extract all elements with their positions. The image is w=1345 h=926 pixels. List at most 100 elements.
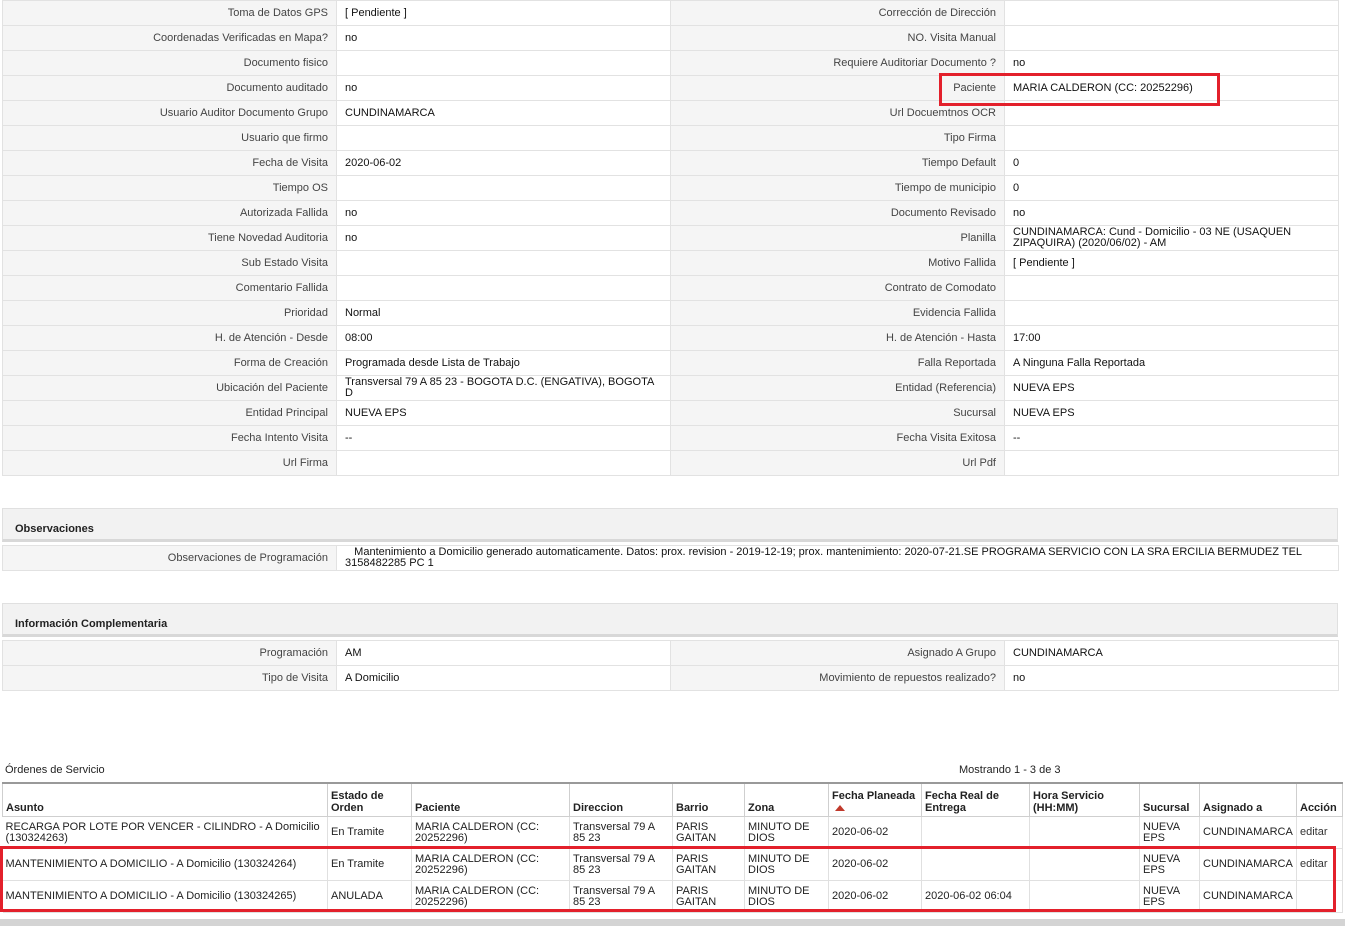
column-header[interactable]: Asunto bbox=[2, 782, 328, 817]
field-label: Motivo Fallida bbox=[670, 250, 1005, 276]
observaciones-row: Observaciones de Programación Mantenimie… bbox=[2, 545, 1339, 571]
field-label: Coordenadas Verificadas en Mapa? bbox=[2, 25, 337, 51]
field-label: Url Docuemtnos OCR bbox=[670, 100, 1005, 126]
cell-asignado: CUNDINAMARCA bbox=[1199, 816, 1297, 849]
cell-paciente: MARIA CALDERON (CC: 20252296) bbox=[411, 816, 570, 849]
column-header[interactable]: Zona bbox=[744, 782, 829, 817]
field-value bbox=[336, 450, 671, 476]
column-header-label: Acción bbox=[1300, 802, 1337, 814]
field-label: Fecha de Visita bbox=[2, 150, 337, 176]
field-value: A Ninguna Falla Reportada bbox=[1004, 350, 1339, 376]
field-label: NO. Visita Manual bbox=[670, 25, 1005, 51]
complementaria-table: Programación AM Asignado A Grupo CUNDINAMAR… bbox=[2, 640, 1339, 691]
field-label: H. de Atención - Hasta bbox=[670, 325, 1005, 351]
field-label: H. de Atención - Desde bbox=[2, 325, 337, 351]
cell-asunto: MANTENIMIENTO A DOMICILIO - A Domicilio … bbox=[2, 848, 328, 881]
details-row: Fecha de Visita 2020-06-02 Tiempo Default… bbox=[2, 150, 1339, 176]
orders-body: RECARGA POR LOTE POR VENCER - CILINDRO -… bbox=[2, 816, 1343, 913]
column-header-label: Sucursal bbox=[1143, 802, 1190, 814]
field-value: CUNDINAMARCA bbox=[336, 100, 671, 126]
details-row: Coordenadas Verificadas en Mapa? no NO. V… bbox=[2, 25, 1339, 51]
complementaria-title: Información Complementaria bbox=[15, 618, 168, 630]
column-header-label: Estado de Orden bbox=[331, 790, 384, 814]
field-label: Comentario Fallida bbox=[2, 275, 337, 301]
cell-barrio: PARIS GAITAN bbox=[672, 816, 745, 849]
orders-header-row: Asunto Estado de Orden Paciente Direccion Ba… bbox=[2, 782, 1343, 817]
field-value: [ Pendiente ] bbox=[1004, 250, 1339, 276]
field-value bbox=[336, 250, 671, 276]
field-label: Prioridad bbox=[2, 300, 337, 326]
field-label: Documento auditado bbox=[2, 75, 337, 101]
horizontal-scrollbar[interactable] bbox=[0, 919, 1345, 926]
cell-barrio: PARIS GAITAN bbox=[672, 880, 745, 913]
field-value: NUEVA EPS bbox=[1004, 400, 1339, 426]
column-header[interactable]: Estado de Orden bbox=[327, 782, 412, 817]
edit-link[interactable]: editar bbox=[1296, 816, 1343, 849]
field-label: Tiempo de municipio bbox=[670, 175, 1005, 201]
cell-hora bbox=[1029, 816, 1140, 849]
cell-asunto: MANTENIMIENTO A DOMICILIO - A Domicilio … bbox=[2, 880, 328, 913]
field-value: Normal bbox=[336, 300, 671, 326]
edit-link[interactable]: editar bbox=[1296, 848, 1343, 881]
details-row: Prioridad Normal Evidencia Fallida bbox=[2, 300, 1339, 326]
field-label: Forma de Creación bbox=[2, 350, 337, 376]
details-row: Tiene Novedad Auditoria no Planilla CUNDIN… bbox=[2, 225, 1339, 251]
field-value: NUEVA EPS bbox=[336, 400, 671, 426]
column-header[interactable]: Hora Servicio (HH:MM) bbox=[1029, 782, 1140, 817]
field-label: Toma de Datos GPS bbox=[2, 0, 337, 26]
column-header[interactable]: Sucursal bbox=[1139, 782, 1200, 817]
column-header[interactable]: Asignado a bbox=[1199, 782, 1297, 817]
field-label: Entidad Principal bbox=[2, 400, 337, 426]
sort-ascending-icon[interactable] bbox=[835, 805, 845, 811]
field-value bbox=[1004, 450, 1339, 476]
field-label: Paciente bbox=[670, 75, 1005, 101]
complementaria-row: Tipo de Visita A Domicilio Movimiento de r… bbox=[2, 665, 1339, 691]
cell-sucursal: NUEVA EPS bbox=[1139, 816, 1200, 849]
field-value: CUNDINAMARCA: Cund - Domicilio - 03 NE (… bbox=[1004, 225, 1339, 251]
field-label: Usuario que firmo bbox=[2, 125, 337, 151]
field-label: Sub Estado Visita bbox=[2, 250, 337, 276]
field-value bbox=[1004, 275, 1339, 301]
field-label: Falla Reportada bbox=[670, 350, 1005, 376]
cell-fecha-real bbox=[921, 816, 1030, 849]
details-row: Tiempo OS Tiempo de municipio 0 bbox=[2, 175, 1339, 201]
column-header[interactable]: Fecha Real de Entrega bbox=[921, 782, 1030, 817]
field-value: Programada desde Lista de Trabajo bbox=[336, 350, 671, 376]
field-label: Evidencia Fallida bbox=[670, 300, 1005, 326]
cell-direccion: Transversal 79 A 85 23 bbox=[569, 848, 673, 881]
table-row: MANTENIMIENTO A DOMICILIO - A Domicilio … bbox=[2, 848, 1343, 881]
field-label: Tiempo OS bbox=[2, 175, 337, 201]
column-header[interactable]: Fecha Planeada bbox=[828, 782, 922, 817]
cell-estado: ANULADA bbox=[327, 880, 412, 913]
field-label: Asignado A Grupo bbox=[670, 640, 1005, 666]
field-value: [ Pendiente ] bbox=[336, 0, 671, 26]
cell-asunto: RECARGA POR LOTE POR VENCER - CILINDRO -… bbox=[2, 816, 328, 849]
column-header-label: Asunto bbox=[6, 802, 44, 814]
field-value bbox=[1004, 300, 1339, 326]
field-value: AM bbox=[336, 640, 671, 666]
details-row: H. de Atención - Desde 08:00 H. de Atenció… bbox=[2, 325, 1339, 351]
field-value: no bbox=[336, 75, 671, 101]
field-value: no bbox=[336, 225, 671, 251]
field-value bbox=[1004, 25, 1339, 51]
column-header[interactable]: Paciente bbox=[411, 782, 570, 817]
details-table: Toma de Datos GPS[ Pendiente ] Corrección… bbox=[2, 0, 1339, 476]
field-label: Documento Revisado bbox=[670, 200, 1005, 226]
complementaria-body: Programación AM Asignado A Grupo CUNDINAMAR… bbox=[2, 640, 1339, 691]
column-header[interactable]: Barrio bbox=[672, 782, 745, 817]
field-label: Entidad (Referencia) bbox=[670, 375, 1005, 401]
observaciones-value: Mantenimiento a Domicilio generado autom… bbox=[336, 545, 1339, 571]
field-label: Fecha Visita Exitosa bbox=[670, 425, 1005, 451]
field-value: 08:00 bbox=[336, 325, 671, 351]
column-header[interactable]: Direccion bbox=[569, 782, 673, 817]
field-label: Autorizada Fallida bbox=[2, 200, 337, 226]
field-value bbox=[1004, 0, 1339, 26]
orders-table: Asunto Estado de Orden Paciente Direccion Ba… bbox=[2, 782, 1343, 913]
edit-link bbox=[1296, 880, 1343, 913]
details-row: Documento auditado no Paciente MARIA CALDE… bbox=[2, 75, 1339, 101]
column-header-label: Fecha Planeada bbox=[832, 790, 916, 802]
field-label: Url Pdf bbox=[670, 450, 1005, 476]
column-header[interactable]: Acción bbox=[1296, 782, 1343, 817]
details-row: Autorizada Fallida no Documento Revisado … bbox=[2, 200, 1339, 226]
cell-estado: En Tramite bbox=[327, 816, 412, 849]
